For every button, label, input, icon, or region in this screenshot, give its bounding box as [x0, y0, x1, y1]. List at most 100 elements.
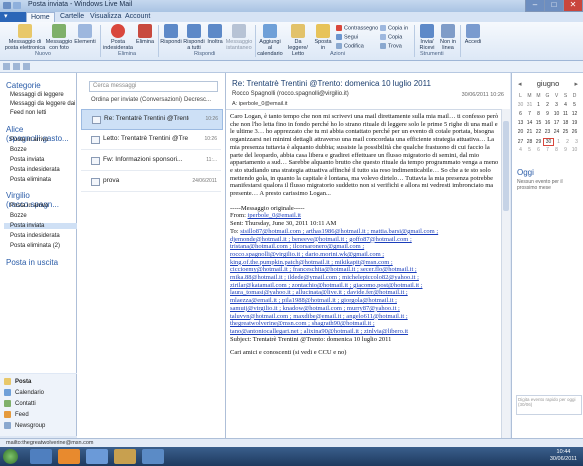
calendar-week[interactable]: 20 21 22 23 24 25 26 — [516, 129, 579, 135]
module-feeds[interactable]: Feed — [4, 411, 29, 418]
recipient-link[interactable]: sisillo87@hotmail.com ; arthas1986@hotma… — [240, 228, 438, 235]
mail-app-icon[interactable] — [86, 449, 108, 464]
copy-to-button[interactable]: Copia in — [380, 25, 408, 31]
calendar-week[interactable]: 27 28 29 30 1 2 3 — [516, 138, 581, 146]
recipient-link[interactable]: samuij@virgilio.it ; knadow@hotmail.com … — [230, 305, 502, 313]
junk-button[interactable]: Posta indesiderata — [103, 24, 133, 51]
instant-message-button[interactable]: Messaggio istantaneo — [224, 24, 254, 51]
person-icon — [466, 24, 480, 38]
taskbar-app-icon[interactable] — [30, 449, 52, 464]
recipient-link[interactable]: laura_tomasi@yahoo.it ; allucinata@live.… — [230, 289, 502, 297]
recipient-link[interactable]: mlaezza@email.it ; pila1988@hotmail.it ;… — [230, 297, 502, 305]
recipient-link[interactable]: tristana@hotmail.com ; ilcorsaronero@gma… — [230, 243, 502, 251]
reading-pane: Re: Trentatrè Trentini @Trento: domenica… — [226, 73, 510, 438]
quick-event-input[interactable]: Digita evento rapido per oggi (30/06) — [516, 395, 582, 415]
sync-icon[interactable] — [13, 63, 20, 70]
recipient-link[interactable]: rocco.spagnolli@virgilio.it ; dario.mori… — [230, 251, 502, 259]
tab-folders[interactable]: Cartelle — [56, 12, 88, 22]
recipient-link[interactable]: rnika.88@hotmail.it ; ildede@ymail.com ;… — [230, 274, 502, 282]
reply-button[interactable]: Rispondi — [160, 24, 182, 45]
nav-item[interactable]: Posta inviata — [10, 157, 44, 163]
minimize-button[interactable]: – — [525, 0, 545, 12]
recipient-link[interactable]: thegreatwolverine@msn.com ; shagrath90@h… — [230, 320, 502, 328]
nav-item[interactable]: Posta indesiderata — [10, 233, 60, 239]
reply-icon — [164, 24, 178, 38]
recipient-link[interactable]: ciccioemy@hotmail.it ; franceschita@hotm… — [230, 266, 502, 274]
add-to-calendar-button[interactable]: Aggiungi al calendario — [257, 24, 283, 57]
nav-header-outbox[interactable]: Posta in uscita — [6, 258, 58, 267]
nav-item[interactable]: Posta in arrivo — [10, 137, 48, 143]
quick-access-icon[interactable] — [13, 2, 21, 9]
group-label-new: Nuovo — [35, 51, 51, 57]
message-row[interactable]: prova 24/06/2011 — [81, 172, 221, 192]
sender[interactable]: Rocco Spagnolli (rocco.spagnolli@virgili… — [232, 91, 349, 97]
nav-item[interactable]: Messaggi di leggere — [10, 92, 64, 98]
app-icon[interactable] — [142, 449, 164, 464]
recipient-link[interactable]: taluvvn@hotmail.com ; maxdibe@email.it ;… — [230, 313, 502, 321]
send-receive-button[interactable]: Invia/ Ricevi — [416, 24, 438, 51]
nav-header-categories[interactable]: Categorie — [6, 81, 41, 90]
message-row[interactable]: Letto: Trentatrè Trentini @Trento: ... 1… — [81, 130, 221, 150]
maximize-button[interactable]: □ — [544, 0, 564, 12]
folder-app-icon[interactable] — [114, 449, 136, 464]
message-row[interactable]: Re: Trentatrè Trentini @Trento: ... 10:2… — [81, 109, 223, 130]
envelope-icon — [91, 136, 100, 144]
new-email-button[interactable]: Messaggio di posta elettronica — [4, 24, 46, 51]
copy-button[interactable]: Copia — [380, 34, 402, 40]
today-header: Oggi — [517, 168, 534, 177]
encoding-button[interactable]: Codifica — [336, 43, 364, 49]
calendar-small-icon[interactable] — [23, 63, 30, 70]
tab-account[interactable]: Account — [121, 12, 154, 22]
module-newsgroups[interactable]: Newsgroup — [4, 422, 45, 429]
mark-read-button[interactable]: Da leggere/ Letto — [285, 24, 311, 57]
delete-button[interactable]: Elimina — [134, 24, 156, 45]
items-button[interactable]: Elementi — [73, 24, 97, 45]
tab-view[interactable]: Visualizza — [86, 12, 125, 22]
block-icon — [111, 24, 125, 38]
nav-item[interactable]: Bozze — [10, 147, 27, 153]
move-to-button[interactable]: Sposta in — [313, 24, 333, 51]
original-from-link[interactable]: iperbole_0@email.it — [248, 212, 301, 219]
recipient-link[interactable]: djemonde@hotmail.it ; beneeve@hotmail.it… — [230, 236, 502, 244]
module-contacts[interactable]: Contatti — [4, 400, 36, 407]
recipient-link[interactable]: king.of.the.pumpkin.patch@hotmail.it ; m… — [230, 259, 502, 267]
new-icon[interactable] — [3, 63, 10, 70]
recipient-link[interactable]: zirilar@katamail.com ; zontachio@hotmail… — [230, 282, 502, 290]
new-photo-email-button[interactable]: Messaggio con foto — [44, 24, 74, 51]
nav-item[interactable]: Bozze — [10, 213, 27, 219]
next-month-icon[interactable]: ▸ — [574, 80, 578, 88]
search-input[interactable]: Cerca messaggi — [89, 81, 218, 92]
forward-button[interactable]: Inoltra — [205, 24, 225, 45]
nav-item[interactable]: Messaggi da leggere dai ... — [10, 101, 82, 107]
scrollbar-thumb[interactable] — [503, 121, 509, 211]
calendar-week[interactable]: 4 5 6 7 8 9 10 — [516, 147, 579, 153]
module-mail[interactable]: Posta — [4, 378, 31, 385]
reply-all-button[interactable]: Rispondi a tutti — [183, 24, 205, 51]
calendar-week[interactable]: 30 31 1 2 3 4 5 — [516, 102, 579, 108]
read-icon — [291, 24, 305, 38]
sign-in-button[interactable]: Accedi — [462, 24, 484, 45]
start-button-icon[interactable] — [3, 449, 18, 464]
browser-icon[interactable] — [58, 449, 80, 464]
nav-item-selected[interactable]: Posta inviata — [4, 223, 78, 229]
nav-item[interactable]: Posta eliminata — [10, 177, 51, 183]
nav-item[interactable]: Posta indesiderata — [10, 167, 60, 173]
nav-item[interactable]: Posta eliminata (2) — [10, 243, 60, 249]
work-offline-button[interactable]: Non in linea — [438, 24, 458, 51]
calendar-week[interactable]: 6 7 8 9 10 11 12 — [516, 111, 579, 117]
close-button[interactable]: ✕ — [563, 0, 583, 12]
sort-direction-button[interactable]: Decresc... — [184, 97, 211, 103]
module-calendar[interactable]: Calendario — [4, 389, 44, 396]
flag-button[interactable]: Contrassegno — [336, 25, 378, 31]
system-clock[interactable]: 10:44 30/06/2011 — [550, 449, 577, 463]
recipient-link[interactable]: tano@antoniocallegari.net ; alixina90@ho… — [230, 328, 502, 336]
nav-item[interactable]: Feed non letti — [10, 110, 46, 116]
message-row[interactable]: Fw: Informazioni sponsori... 11:... — [81, 151, 221, 171]
mail-icon — [4, 378, 11, 385]
find-button[interactable]: Trova — [380, 43, 402, 49]
nav-item[interactable]: Posta in arrivo — [10, 203, 48, 209]
sort-button[interactable]: Ordina per inviate (Conversazioni) — [91, 97, 182, 103]
watch-button[interactable]: Segui — [336, 34, 358, 40]
reading-scrollbar[interactable] — [501, 109, 510, 438]
calendar-week[interactable]: 13 14 15 16 17 18 19 — [516, 120, 579, 126]
